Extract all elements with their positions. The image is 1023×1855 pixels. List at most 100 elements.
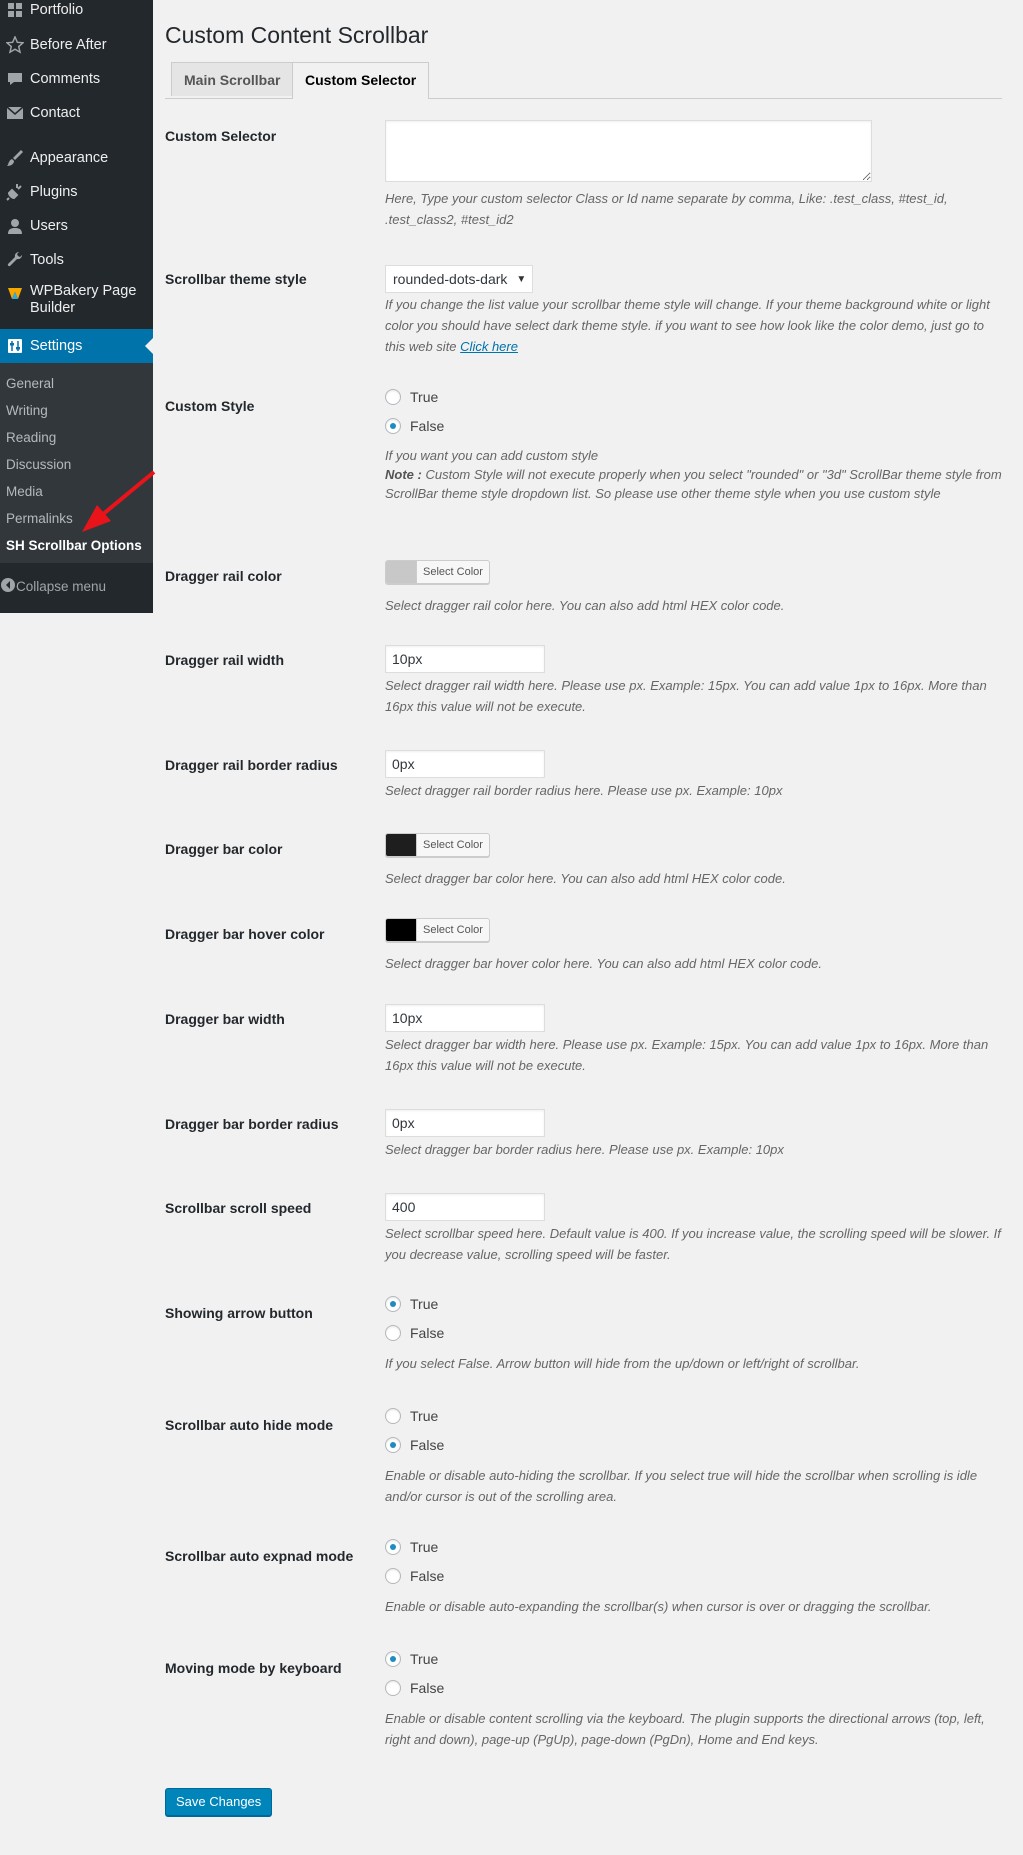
field-label: Custom Style [165, 398, 255, 414]
collapse-menu-button[interactable]: Collapse menu [0, 571, 153, 601]
color-swatch [386, 919, 417, 941]
radio-label: False [410, 1436, 445, 1453]
menu-label: Portfolio [30, 1, 84, 18]
submenu-item-reading[interactable]: Reading [6, 428, 56, 448]
admin-sidebar: Portfolio Before After Comments Contact … [0, 0, 153, 613]
envelope-icon [0, 106, 30, 120]
field-description: If you select False. Arrow button will h… [385, 1356, 860, 1371]
field-description: Enable or disable content scrolling via … [385, 1711, 985, 1747]
menu-item-tools[interactable]: Tools [0, 243, 153, 277]
radio-option-false[interactable]: False [385, 1675, 1002, 1700]
submenu-item-permalinks[interactable]: Permalinks [6, 509, 73, 529]
radio-button[interactable] [385, 1538, 401, 1555]
tab-custom-selector[interactable]: Custom Selector [292, 62, 430, 99]
color-swatch [386, 561, 417, 583]
settings-submenu: General Writing Reading Discussion Media… [0, 363, 153, 563]
bar-radius-input[interactable] [385, 1109, 545, 1137]
bar-hover-color-picker[interactable]: Select Color [385, 918, 490, 942]
scroll-speed-input[interactable] [385, 1193, 545, 1221]
grid-icon [0, 2, 30, 18]
field-label: Dragger rail width [165, 652, 285, 668]
field-label: Custom Selector [165, 128, 277, 144]
submenu-item-writing[interactable]: Writing [6, 401, 48, 421]
menu-item-portfolio[interactable]: Portfolio [0, 0, 153, 27]
radio-button[interactable] [385, 1567, 401, 1584]
menu-item-users[interactable]: Users [0, 209, 153, 243]
submenu-item-discussion[interactable]: Discussion [6, 455, 71, 475]
select-value: rounded-dots-dark [393, 271, 508, 287]
wpbakery-icon [0, 283, 30, 301]
menu-item-wpbakery[interactable]: WPBakery Page Builder [0, 279, 153, 325]
menu-item-contact[interactable]: Contact [0, 96, 153, 130]
menu-item-comments[interactable]: Comments [0, 62, 153, 96]
custom-selector-textarea[interactable] [385, 120, 872, 182]
settings-icon [0, 338, 30, 354]
note-text: Custom Style will not execute properly w… [385, 467, 1002, 501]
menu-item-appearance[interactable]: Appearance [0, 141, 153, 175]
menu-item-plugins[interactable]: Plugins [0, 175, 153, 209]
menu-label: Comments [30, 70, 101, 87]
radio-option-false[interactable]: False [385, 1432, 1002, 1457]
field-description: Select dragger rail color here. You can … [385, 598, 785, 613]
radio-button[interactable] [385, 1679, 401, 1696]
menu-item-before-after[interactable]: Before After [0, 28, 153, 62]
radio-option-false[interactable]: False [385, 1563, 1002, 1588]
submenu-item-general[interactable]: General [6, 374, 54, 394]
note-description: Note : Custom Style will not execute pro… [385, 465, 1002, 503]
radio-button[interactable] [385, 1436, 401, 1453]
radio-label: False [410, 417, 445, 434]
submenu-item-sh-scrollbar-options[interactable]: SH Scrollbar Options [6, 536, 142, 556]
field-description: Select dragger rail border radius here. … [385, 783, 783, 798]
field-label: Dragger rail border radius [165, 757, 338, 773]
radio-label: True [410, 1650, 439, 1667]
field-description: Select dragger bar hover color here. You… [385, 956, 822, 971]
tab-bar: Main Scrollbar Custom Selector [165, 62, 1002, 99]
menu-label: Tools [30, 251, 64, 268]
chevron-down-icon: ▼ [516, 273, 527, 285]
select-color-label: Select Color [423, 839, 483, 851]
radio-button[interactable] [385, 1650, 401, 1667]
radio-label: True [410, 388, 439, 405]
radio-label: False [410, 1679, 445, 1696]
radio-option-false[interactable]: False [385, 413, 1002, 438]
rail-radius-input[interactable] [385, 750, 545, 778]
radio-label: False [410, 1324, 445, 1341]
plug-icon [0, 183, 30, 201]
save-changes-button[interactable]: Save Changes [165, 1788, 273, 1816]
menu-item-settings[interactable]: Settings [0, 329, 153, 363]
radio-option-true[interactable]: True [385, 1646, 1002, 1671]
field-label: Dragger bar border radius [165, 1116, 339, 1132]
radio-option-true[interactable]: True [385, 384, 1002, 409]
field-label: Scrollbar auto expnad mode [165, 1548, 354, 1564]
radio-label: False [410, 1567, 445, 1584]
click-here-link[interactable]: Click here [460, 339, 518, 354]
field-description: Here, Type your custom selector Class or… [385, 191, 948, 227]
radio-button[interactable] [385, 388, 401, 405]
field-label: Dragger rail color [165, 568, 282, 584]
radio-option-true[interactable]: True [385, 1534, 1002, 1559]
radio-option-true[interactable]: True [385, 1291, 1002, 1316]
rail-width-input[interactable] [385, 645, 545, 673]
radio-button[interactable] [385, 1324, 401, 1341]
rail-color-picker[interactable]: Select Color [385, 560, 490, 584]
field-label: Showing arrow button [165, 1305, 313, 1321]
field-description: Select dragger bar border radius here. P… [385, 1142, 784, 1157]
radio-button[interactable] [385, 1407, 401, 1424]
radio-label: True [410, 1407, 439, 1424]
field-description: Select scrollbar speed here. Default val… [385, 1226, 1001, 1262]
menu-label: Before After [30, 36, 107, 53]
theme-style-select[interactable]: rounded-dots-dark ▼ [385, 265, 534, 293]
radio-option-false[interactable]: False [385, 1320, 1002, 1345]
submenu-item-media[interactable]: Media [6, 482, 43, 502]
field-label: Scrollbar scroll speed [165, 1200, 312, 1216]
field-description: Select dragger bar width here. Please us… [385, 1037, 989, 1073]
radio-button[interactable] [385, 1295, 401, 1312]
bar-width-input[interactable] [385, 1004, 545, 1032]
bar-color-picker[interactable]: Select Color [385, 833, 490, 857]
radio-label: True [410, 1538, 439, 1555]
select-color-label: Select Color [423, 924, 483, 936]
comment-icon [0, 71, 30, 87]
radio-button[interactable] [385, 417, 401, 434]
tab-main-scrollbar[interactable]: Main Scrollbar [171, 62, 294, 96]
radio-option-true[interactable]: True [385, 1403, 1002, 1428]
